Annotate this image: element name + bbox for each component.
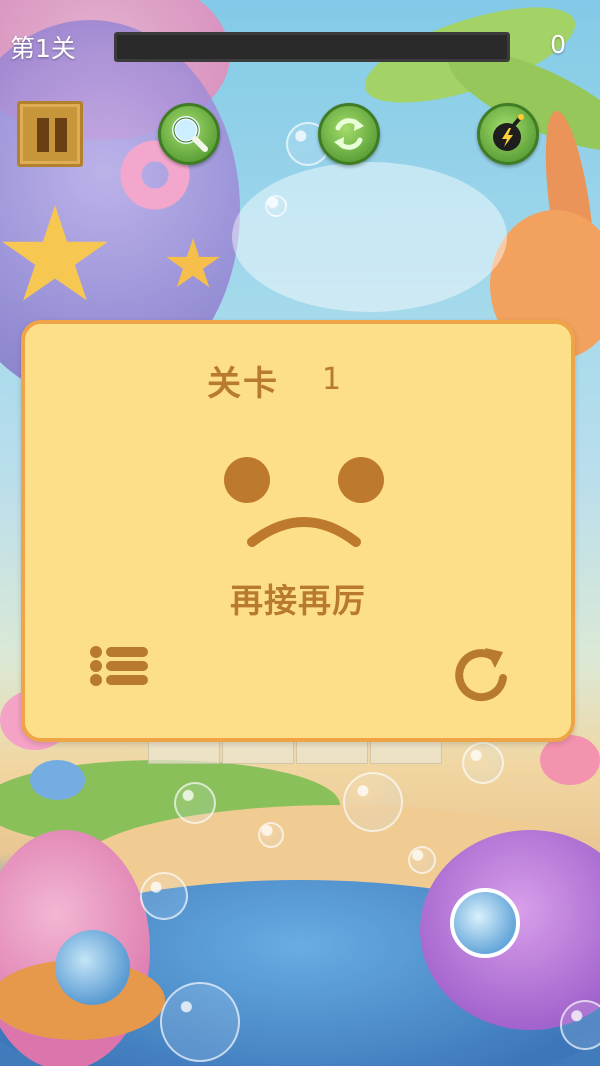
magnifier-button[interactable] bbox=[158, 103, 220, 165]
shuffle-button[interactable] bbox=[318, 103, 380, 165]
sad-face-icon bbox=[224, 457, 384, 547]
shuffle-icon bbox=[334, 118, 364, 150]
level-failed-dialog: 关卡 1 再接再厉 bbox=[21, 320, 575, 742]
retry-icon bbox=[455, 648, 507, 702]
level-menu-button[interactable] bbox=[88, 644, 152, 698]
magnifier-icon bbox=[172, 116, 208, 152]
bomb-button[interactable] bbox=[477, 103, 539, 165]
pause-icon-bar bbox=[55, 118, 67, 152]
progress-bar bbox=[114, 32, 510, 62]
score-counter: 0 bbox=[550, 30, 566, 59]
dialog-title: 关卡 bbox=[207, 364, 279, 404]
menu-list-icon bbox=[90, 646, 148, 686]
level-label: 第1关 bbox=[10, 34, 76, 63]
dialog-level-number: 1 bbox=[322, 362, 342, 397]
retry-button[interactable] bbox=[449, 642, 513, 706]
dialog-message: 再接再厉 bbox=[230, 581, 366, 620]
bomb-icon bbox=[493, 114, 524, 151]
pause-button[interactable] bbox=[17, 101, 83, 167]
pause-icon bbox=[37, 118, 49, 152]
